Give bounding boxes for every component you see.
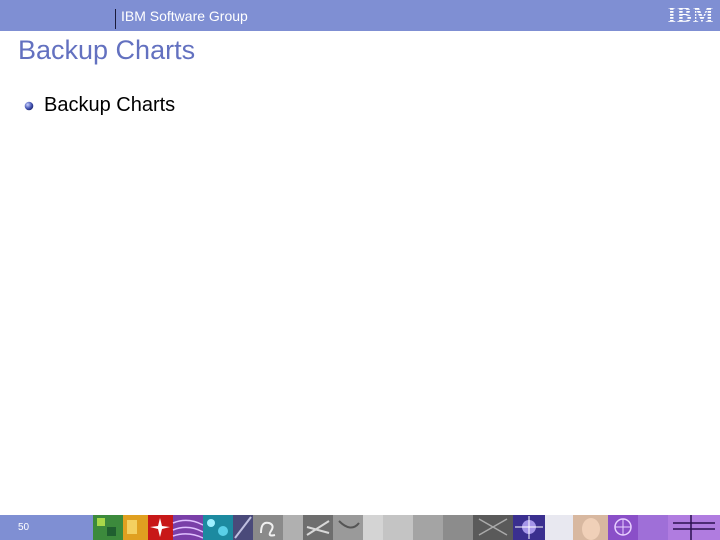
page-number: 50: [18, 522, 30, 533]
group-label: IBM Software Group: [121, 8, 248, 24]
header-band: IBM Software Group IBM: [0, 0, 720, 31]
bullet-icon: [24, 101, 34, 111]
ibm-logo: IBM: [668, 2, 715, 26]
footer-image-strip: [93, 515, 720, 540]
slide-title: Backup Charts: [18, 35, 196, 65]
footer-band: 50: [0, 515, 720, 540]
bullet-text: Backup Charts: [44, 94, 176, 116]
header-divider: [115, 9, 116, 29]
bullet-item: Backup Charts: [24, 92, 424, 118]
ibm-logo-text: IBM: [668, 2, 715, 26]
